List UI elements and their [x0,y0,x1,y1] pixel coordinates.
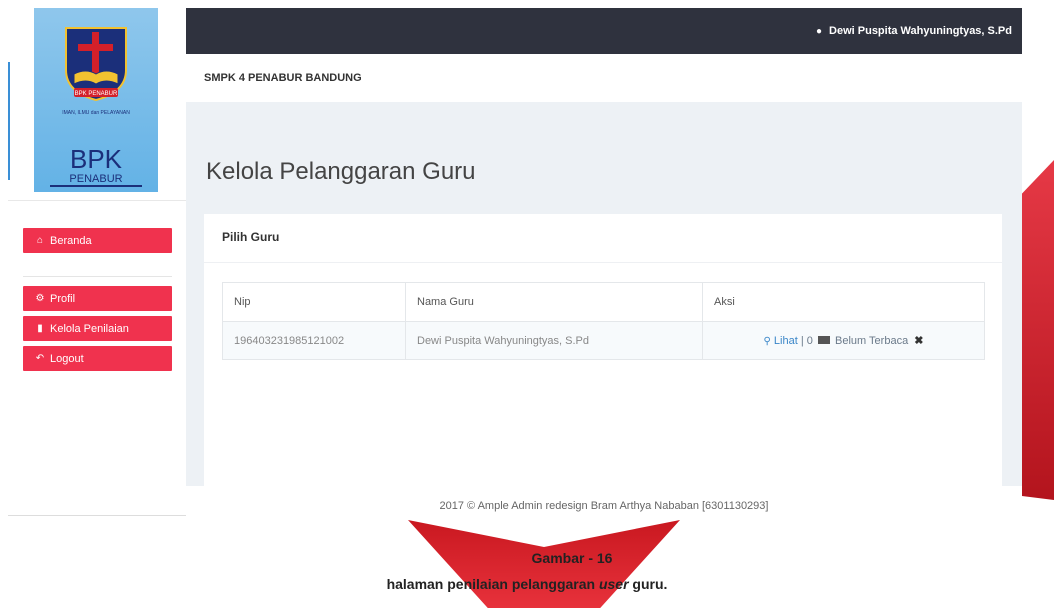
card-title: Pilih Guru [222,230,280,244]
read-status: Belum Terbaca [835,335,909,347]
table-row: 196403231985121002 Dewi Puspita Wahyunin… [222,321,985,360]
cell-aksi: ⚲ Lihat | 0 Belum Terbaca ✖ [702,321,985,360]
page-title: Kelola Pelanggaran Guru [206,158,476,185]
logo-badge-text: BPK PENABUR [75,91,118,97]
teacher-select-card: Pilih Guru Nip Nama Guru Aksi 1964032319… [204,214,1002,490]
sidebar-divider [8,200,186,201]
teacher-table: Nip Nama Guru Aksi 196403231985121002 De… [222,282,985,360]
document-icon: ▮ [37,323,43,334]
sidebar: BPK PENABUR IMAN, ILMU dan PELAYANAN BPK… [8,8,186,508]
sidebar-item-label: Kelola Penilaian [50,322,129,335]
user-icon: ● [815,25,823,37]
reply-icon: ↶ [35,353,45,364]
top-navbar: ● Dewi Puspita Wahyuningtyas, S.Pd [186,8,1022,54]
close-icon[interactable]: ✖ [914,335,923,347]
logo-subtitle: PENABUR [69,173,122,185]
caption-italic: user [598,576,629,592]
cell-nama-guru: Dewi Puspita Wahyuningtyas, S.Pd [405,321,703,360]
gear-icon: ⚙ [35,293,45,304]
message-count: 0 [806,335,813,347]
user-name-link[interactable]: Dewi Puspita Wahyuningtyas, S.Pd [829,25,1012,37]
sidebar-accent-line [8,62,10,180]
card-divider [204,262,1002,263]
search-icon: ⚲ [763,336,771,347]
sidebar-item-beranda[interactable]: ⌂ Beranda [23,228,172,253]
sidebar-item-label: Logout [50,352,84,365]
footer: 2017 © Ample Admin redesign Bram Arthya … [186,486,1022,526]
table-header-row: Nip Nama Guru Aksi [222,282,985,322]
sidebar-item-label: Profil [50,292,76,305]
sidebar-item-profil[interactable]: ⚙ Profil [23,286,172,311]
screenshot-root: BPK PENABUR IMAN, ILMU dan PELAYANAN BPK… [0,0,1054,608]
logo-title: BPK [70,144,123,174]
figure-caption: Gambar - 16 halaman penilaian pelanggara… [0,550,1054,592]
column-header-aksi: Aksi [702,282,985,322]
caption-prefix: halaman penilaian pelanggaran [386,576,599,592]
breadcrumb: SMPK 4 PENABUR BANDUNG [186,54,1022,102]
column-header-nip: Nip [222,282,406,322]
view-link-label: Lihat [773,335,798,347]
main-content: Kelola Pelanggaran Guru Pilih Guru Nip N… [186,102,1022,490]
caption-line-1: Gambar - 16 [531,550,613,566]
logo-motto: IMAN, ILMU dan PELAYANAN [62,110,130,116]
home-icon: ⌂ [36,235,44,246]
envelope-icon [817,336,830,344]
sidebar-item-label: Beranda [50,234,92,247]
caption-suffix: guru. [628,576,668,592]
sidebar-item-kelola-penilaian[interactable]: ▮ Kelola Penilaian [23,316,172,341]
action-separator: | [800,335,804,347]
view-link[interactable]: ⚲ Lihat [764,335,801,347]
bpk-penabur-logo-icon: BPK PENABUR IMAN, ILMU dan PELAYANAN BPK… [50,27,142,187]
sidebar-item-logout[interactable]: ↶ Logout [23,346,172,371]
column-header-nama-guru: Nama Guru [405,282,703,322]
sidebar-nav-divider [23,276,172,277]
footer-text: 2017 © Ample Admin redesign Bram Arthya … [439,500,769,512]
school-name: SMPK 4 PENABUR BANDUNG [204,72,362,84]
cell-nip: 196403231985121002 [222,321,406,360]
logo[interactable]: BPK PENABUR IMAN, ILMU dan PELAYANAN BPK… [34,8,158,192]
caption-line-2: halaman penilaian pelanggaran user guru. [0,576,1054,592]
